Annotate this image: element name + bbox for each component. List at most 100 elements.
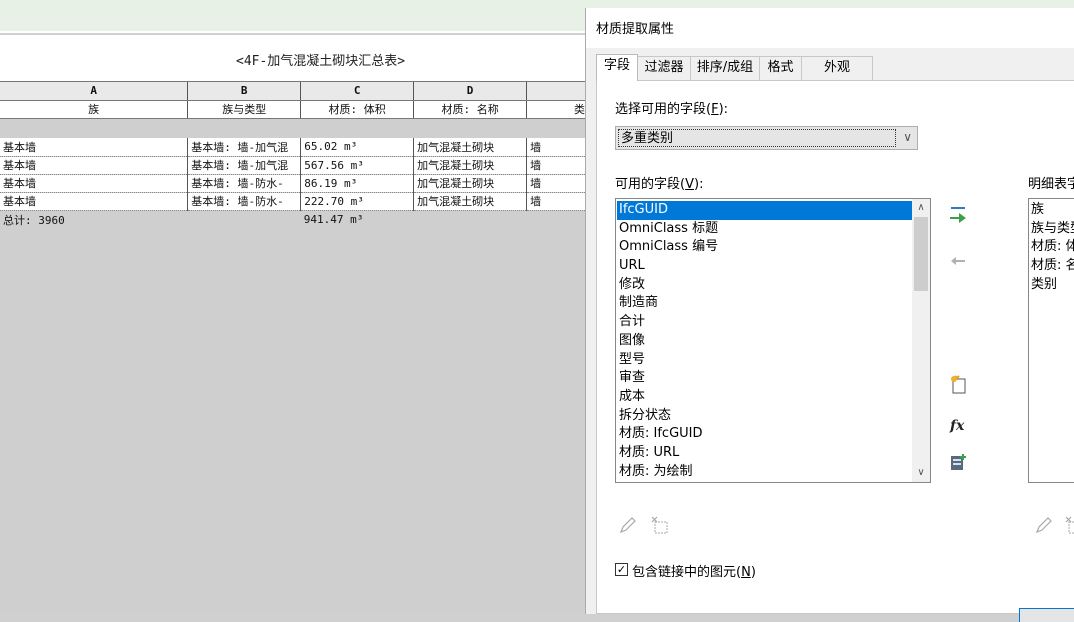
list-item[interactable]: 材质: 为绘制 xyxy=(617,463,912,482)
column-letter-row: A B C D E xyxy=(0,82,600,101)
blank-cell xyxy=(0,118,600,138)
category-dropdown-value: 多重类别 xyxy=(618,129,896,147)
tab-filter[interactable]: 过滤器 xyxy=(637,56,691,80)
table-cell[interactable]: 86.19 m³ xyxy=(300,174,415,193)
column-letter[interactable]: B xyxy=(187,82,302,101)
list-item[interactable]: 拆分状态 xyxy=(617,407,912,426)
calculated-value-button[interactable]: fx xyxy=(947,414,969,436)
schedule-fields-label: 明细表字 xyxy=(1028,177,1074,192)
fields-tab-panel: 选择可用的字段(F): 多重类别 ∨ 可用的字段(V): IfcGUID Omn… xyxy=(596,80,1074,614)
column-header[interactable]: 族 xyxy=(0,100,189,119)
schedule-fields-list[interactable]: 族 族与类型 材质: 体积 材质: 名称 类别 xyxy=(1028,198,1074,483)
select-fields-label: 选择可用的字段(F): xyxy=(615,102,729,117)
total-label: 总计: 3960 xyxy=(0,210,188,229)
remove-field-button[interactable] xyxy=(947,249,969,271)
table-row[interactable]: 基本墙 基本墙: 墙-防水- 86.19 m³ 加气混凝土砌块 墙 xyxy=(0,174,600,193)
table-row[interactable]: 基本墙 基本墙: 墙-防水- 222.70 m³ 加气混凝土砌块 墙 xyxy=(0,192,600,211)
edit-parameter-button[interactable] xyxy=(1033,514,1055,536)
available-fields-label-text: 可用的字段 xyxy=(615,177,681,192)
table-cell[interactable]: 基本墙: 墙-防水- xyxy=(187,192,302,211)
list-item[interactable]: OmniClass 编号 xyxy=(617,238,912,257)
category-dropdown[interactable]: 多重类别 ∨ xyxy=(615,126,918,150)
available-fields-scrollbar[interactable]: ∧ ∨ xyxy=(912,199,930,482)
edit-parameter-button[interactable] xyxy=(617,514,639,536)
total-blank xyxy=(413,210,527,229)
list-item[interactable]: URL xyxy=(617,257,912,276)
list-item[interactable]: 型号 xyxy=(617,351,912,370)
list-item[interactable]: 修改 xyxy=(617,276,912,295)
list-item[interactable]: 成本 xyxy=(617,388,912,407)
column-header[interactable]: 材质: 体积 xyxy=(300,100,415,119)
chevron-down-icon: ∨ xyxy=(903,130,912,144)
table-cell[interactable]: 基本墙 xyxy=(0,192,189,211)
table-cell[interactable]: 基本墙 xyxy=(0,138,189,157)
delete-parameter-button[interactable] xyxy=(649,514,671,536)
table-cell[interactable]: 基本墙 xyxy=(0,174,189,193)
schedule-title-bar: <4F-加气混凝土砌块汇总表> xyxy=(0,35,600,82)
column-letter[interactable]: A xyxy=(0,82,189,101)
list-item[interactable]: 材质: URL xyxy=(617,444,912,463)
list-item[interactable]: 材质: 体积 xyxy=(1031,238,1074,257)
include-linked-label-text: 包含链接中的图元 xyxy=(632,565,737,580)
list-item[interactable]: 合计 xyxy=(617,313,912,332)
list-item[interactable]: 材质: 名称 xyxy=(1031,257,1074,276)
table-cell[interactable]: 加气混凝土砌块 xyxy=(413,192,528,211)
available-fields-list[interactable]: IfcGUID OmniClass 标题 OmniClass 编号 URL 修改… xyxy=(615,198,931,483)
edit-parameter-icon xyxy=(1035,517,1052,534)
group-blank-row xyxy=(0,118,600,138)
table-cell[interactable]: 基本墙: 墙-加气混 xyxy=(187,156,302,175)
table-cell[interactable]: 567.56 m³ xyxy=(300,156,415,175)
column-header[interactable]: 族与类型 xyxy=(187,100,302,119)
add-parameter-button[interactable] xyxy=(947,373,969,395)
list-item[interactable]: 族与类型 xyxy=(1031,220,1074,239)
tab-sorting-grouping[interactable]: 排序/成组 xyxy=(690,56,760,80)
table-cell[interactable]: 222.70 m³ xyxy=(300,192,415,211)
remove-field-icon xyxy=(951,257,965,265)
table-cell[interactable]: 65.02 m³ xyxy=(300,138,415,157)
scroll-up-icon[interactable]: ∧ xyxy=(912,199,930,217)
list-item[interactable]: 类别 xyxy=(1031,276,1074,295)
ok-button[interactable] xyxy=(1019,608,1074,622)
include-linked-label[interactable]: 包含链接中的图元(N) xyxy=(632,561,756,580)
tab-appearance[interactable]: 外观 xyxy=(801,56,873,80)
table-cell[interactable]: 加气混凝土砌块 xyxy=(413,174,528,193)
total-blank xyxy=(187,210,301,229)
column-header-row: 族 族与类型 材质: 体积 材质: 名称 类别 xyxy=(0,100,600,119)
combine-parameters-icon xyxy=(951,454,966,470)
delete-parameter-button[interactable] xyxy=(1063,514,1074,536)
list-item[interactable]: OmniClass 标题 xyxy=(617,220,912,239)
table-row[interactable]: 基本墙 基本墙: 墙-加气混 65.02 m³ 加气混凝土砌块 墙 xyxy=(0,138,600,157)
material-takeoff-properties-dialog: 材质提取属性 字段 过滤器 排序/成组 格式 外观 选择可用的字段(F): 多重… xyxy=(585,8,1074,622)
list-item[interactable]: 族 xyxy=(1031,201,1074,220)
include-linked-accesskey: N xyxy=(741,565,751,580)
table-cell[interactable]: 基本墙 xyxy=(0,156,189,175)
combine-parameters-button[interactable] xyxy=(947,451,969,473)
add-field-button[interactable] xyxy=(947,204,969,226)
column-letter[interactable]: C xyxy=(300,82,415,101)
tab-fields[interactable]: 字段 xyxy=(596,54,638,81)
table-cell[interactable]: 加气混凝土砌块 xyxy=(413,156,528,175)
tab-formatting[interactable]: 格式 xyxy=(759,56,802,80)
calculated-value-icon: fx xyxy=(949,418,965,434)
list-item[interactable]: 材质: IfcGUID xyxy=(617,425,912,444)
table-cell[interactable]: 基本墙: 墙-加气混 xyxy=(187,138,302,157)
svg-text:fx: fx xyxy=(949,418,965,434)
total-volume: 941.47 m³ xyxy=(300,210,414,229)
list-item[interactable]: 审查 xyxy=(617,369,912,388)
schedule-table[interactable]: A B C D E 族 族与类型 材质: 体积 材质: 名称 类别 基本墙 基本… xyxy=(0,82,600,229)
add-field-icon xyxy=(950,207,966,223)
select-fields-accesskey: F xyxy=(711,102,719,117)
table-cell[interactable]: 基本墙: 墙-防水- xyxy=(187,174,302,193)
list-item[interactable]: 制造商 xyxy=(617,294,912,313)
scroll-down-icon[interactable]: ∨ xyxy=(912,464,930,482)
table-cell[interactable]: 加气混凝土砌块 xyxy=(413,138,528,157)
list-item[interactable]: IfcGUID xyxy=(617,201,912,220)
column-header[interactable]: 材质: 名称 xyxy=(413,100,528,119)
delete-parameter-icon xyxy=(1065,516,1074,534)
list-item[interactable]: 图像 xyxy=(617,332,912,351)
include-linked-checkbox[interactable]: ✓ xyxy=(615,563,628,576)
scrollbar-thumb[interactable] xyxy=(914,217,928,291)
column-letter[interactable]: D xyxy=(413,82,528,101)
table-row[interactable]: 基本墙 基本墙: 墙-加气混 567.56 m³ 加气混凝土砌块 墙 xyxy=(0,156,600,175)
dialog-title-bar[interactable]: 材质提取属性 xyxy=(586,8,1074,48)
